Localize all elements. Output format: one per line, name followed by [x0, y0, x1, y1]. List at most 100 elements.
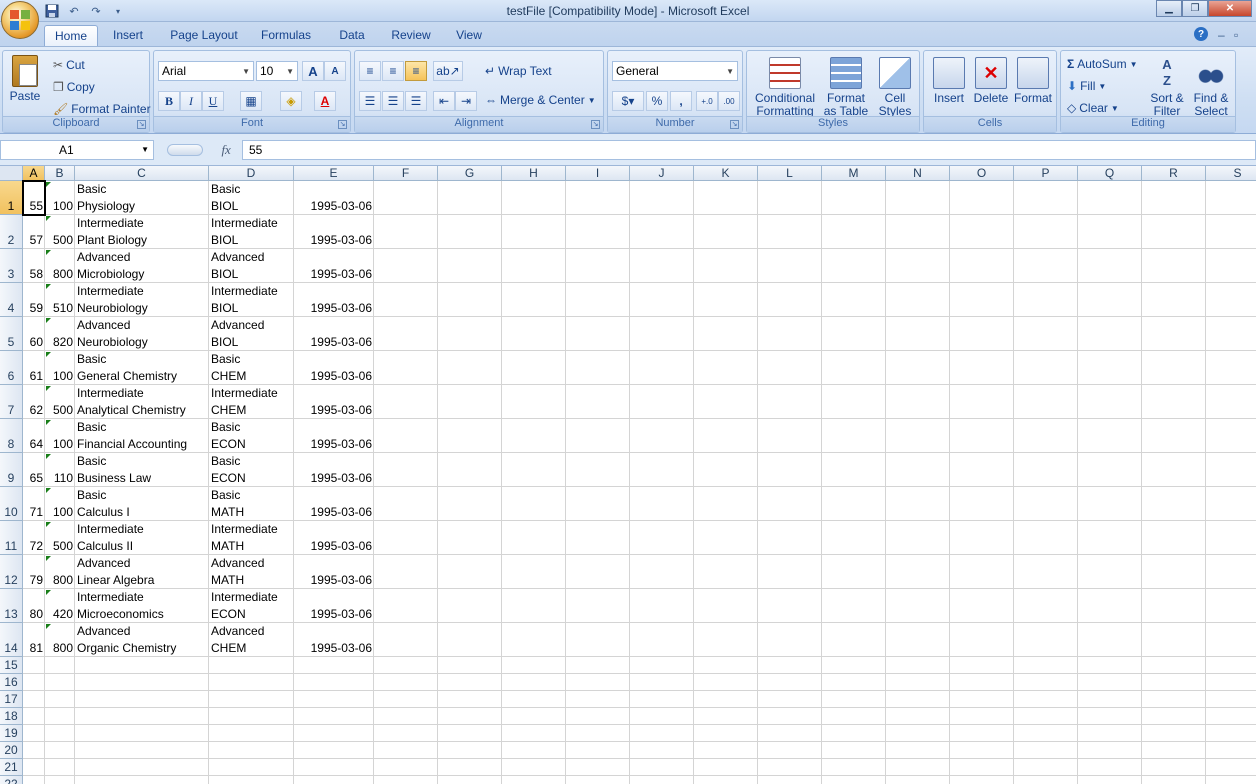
column-header-p[interactable]: P [1014, 166, 1078, 181]
error-indicator-icon[interactable] [46, 454, 51, 459]
column-header-i[interactable]: I [566, 166, 630, 181]
error-indicator-icon[interactable] [46, 284, 51, 289]
cell-d-line2[interactable]: CHEM [209, 368, 294, 385]
restore-workbook-icon[interactable]: ▫ [1234, 28, 1238, 42]
error-indicator-icon[interactable] [46, 624, 51, 629]
cell-c-line2[interactable]: Calculus I [75, 504, 209, 521]
cell-c-line1[interactable]: Intermediate [75, 385, 209, 402]
find-select-button[interactable]: Find & Select [1189, 57, 1233, 118]
office-button[interactable] [1, 1, 39, 39]
cell-a[interactable]: 71 [23, 504, 45, 521]
worksheet-grid[interactable]: A B C D E F G H I J K L M N O P Q R S 1 55 100 Basic Physiology… [0, 166, 1256, 784]
column-header-m[interactable]: M [822, 166, 886, 181]
row-header-22[interactable]: 22 [0, 776, 23, 784]
select-all-button[interactable] [0, 166, 23, 181]
cell-b[interactable]: 500 [45, 402, 75, 419]
empty-row[interactable] [23, 759, 1256, 776]
borders-button[interactable]: ▦ [240, 91, 262, 111]
column-header-c[interactable]: C [75, 166, 209, 181]
cell-c-line1[interactable]: Basic [75, 351, 209, 368]
clipboard-launcher-icon[interactable]: ↘ [137, 120, 146, 129]
tab-data[interactable]: Data [330, 25, 374, 46]
row-header-7[interactable]: 7 [0, 385, 23, 419]
cell-c-line2[interactable]: General Chemistry [75, 368, 209, 385]
tab-view[interactable]: View [448, 25, 490, 46]
tab-review[interactable]: Review [386, 25, 436, 46]
cell-a[interactable]: 57 [23, 232, 45, 249]
copy-button[interactable]: ❐ Copy [53, 80, 95, 94]
cell-a[interactable]: 72 [23, 538, 45, 555]
cell-a[interactable]: 80 [23, 606, 45, 623]
cell-c-line1[interactable]: Basic [75, 419, 209, 436]
row-header-13[interactable]: 13 [0, 589, 23, 623]
name-box[interactable]: A1 ▼ [0, 140, 154, 160]
comma-style-button[interactable]: , [670, 91, 692, 111]
cell-c-line2[interactable]: Business Law [75, 470, 209, 487]
row-header-17[interactable]: 17 [0, 691, 23, 708]
column-header-o[interactable]: O [950, 166, 1014, 181]
orientation-button[interactable]: ab↗ [433, 61, 463, 81]
italic-button[interactable]: I [180, 91, 202, 111]
cell-c-line2[interactable]: Neurobiology [75, 300, 209, 317]
row-header-4[interactable]: 4 [0, 283, 23, 317]
cell-d-line1[interactable]: Basic [209, 487, 294, 504]
cell-b[interactable]: 100 [45, 436, 75, 453]
shrink-font-button[interactable]: A [324, 61, 346, 81]
number-format-combo[interactable]: General ▼ [612, 61, 738, 81]
wrap-text-button[interactable]: ↵ Wrap Text [485, 64, 552, 78]
increase-indent-button[interactable]: ⇥ [455, 91, 477, 111]
align-center-button[interactable]: ☰ [382, 91, 404, 111]
cell-c-line1[interactable]: Intermediate [75, 283, 209, 300]
row-header-15[interactable]: 15 [0, 657, 23, 674]
error-indicator-icon[interactable] [46, 352, 51, 357]
cell-c-line1[interactable]: Basic [75, 487, 209, 504]
cell-e[interactable]: 1995-03-06 [294, 402, 374, 419]
delete-cells-button[interactable]: ✕ Delete [970, 57, 1012, 105]
cell-c-line1[interactable]: Basic [75, 181, 209, 198]
cell-d-line2[interactable]: CHEM [209, 402, 294, 419]
empty-row[interactable] [23, 674, 1256, 691]
cell-c-line1[interactable]: Advanced [75, 249, 209, 266]
cell-c-line2[interactable]: Organic Chemistry [75, 640, 209, 657]
decrease-indent-button[interactable]: ⇤ [433, 91, 455, 111]
error-indicator-icon[interactable] [46, 590, 51, 595]
cell-d-line1[interactable]: Basic [209, 351, 294, 368]
cell-e[interactable]: 1995-03-06 [294, 640, 374, 657]
cell-d-line1[interactable]: Basic [209, 181, 294, 198]
row-header-9[interactable]: 9 [0, 453, 23, 487]
cell-e[interactable]: 1995-03-06 [294, 266, 374, 283]
cell-c-line2[interactable]: Calculus II [75, 538, 209, 555]
insert-function-button[interactable]: fx [221, 142, 230, 158]
cell-b[interactable]: 110 [45, 470, 75, 487]
error-indicator-icon[interactable] [46, 522, 51, 527]
row-header-14[interactable]: 14 [0, 623, 23, 657]
column-header-g[interactable]: G [438, 166, 502, 181]
cell-e[interactable]: 1995-03-06 [294, 572, 374, 589]
cell-c-line2[interactable]: Microeconomics [75, 606, 209, 623]
cell-e[interactable]: 1995-03-06 [294, 436, 374, 453]
cell-b[interactable]: 820 [45, 334, 75, 351]
cell-b[interactable]: 420 [45, 606, 75, 623]
cell-c-line2[interactable]: Microbiology [75, 266, 209, 283]
row-header-8[interactable]: 8 [0, 419, 23, 453]
cell-d-line2[interactable]: ECON [209, 436, 294, 453]
column-header-k[interactable]: K [694, 166, 758, 181]
cell-b[interactable]: 100 [45, 368, 75, 385]
cell-b[interactable]: 800 [45, 572, 75, 589]
error-indicator-icon[interactable] [46, 488, 51, 493]
help-icon[interactable]: ? [1194, 27, 1208, 41]
cell-e[interactable]: 1995-03-06 [294, 334, 374, 351]
column-header-b[interactable]: B [45, 166, 75, 181]
cell-d-line1[interactable]: Advanced [209, 555, 294, 572]
empty-row[interactable] [23, 725, 1256, 742]
cell-e[interactable]: 1995-03-06 [294, 470, 374, 487]
cell-b[interactable]: 100 [45, 198, 75, 215]
row-header-10[interactable]: 10 [0, 487, 23, 521]
cell-c-line2[interactable]: Linear Algebra [75, 572, 209, 589]
fill-color-button[interactable]: ◈ [280, 91, 302, 111]
cell-e[interactable]: 1995-03-06 [294, 606, 374, 623]
cell-c-line2[interactable]: Plant Biology [75, 232, 209, 249]
cell-b[interactable]: 800 [45, 640, 75, 657]
empty-row[interactable] [23, 742, 1256, 759]
cell-e[interactable]: 1995-03-06 [294, 300, 374, 317]
